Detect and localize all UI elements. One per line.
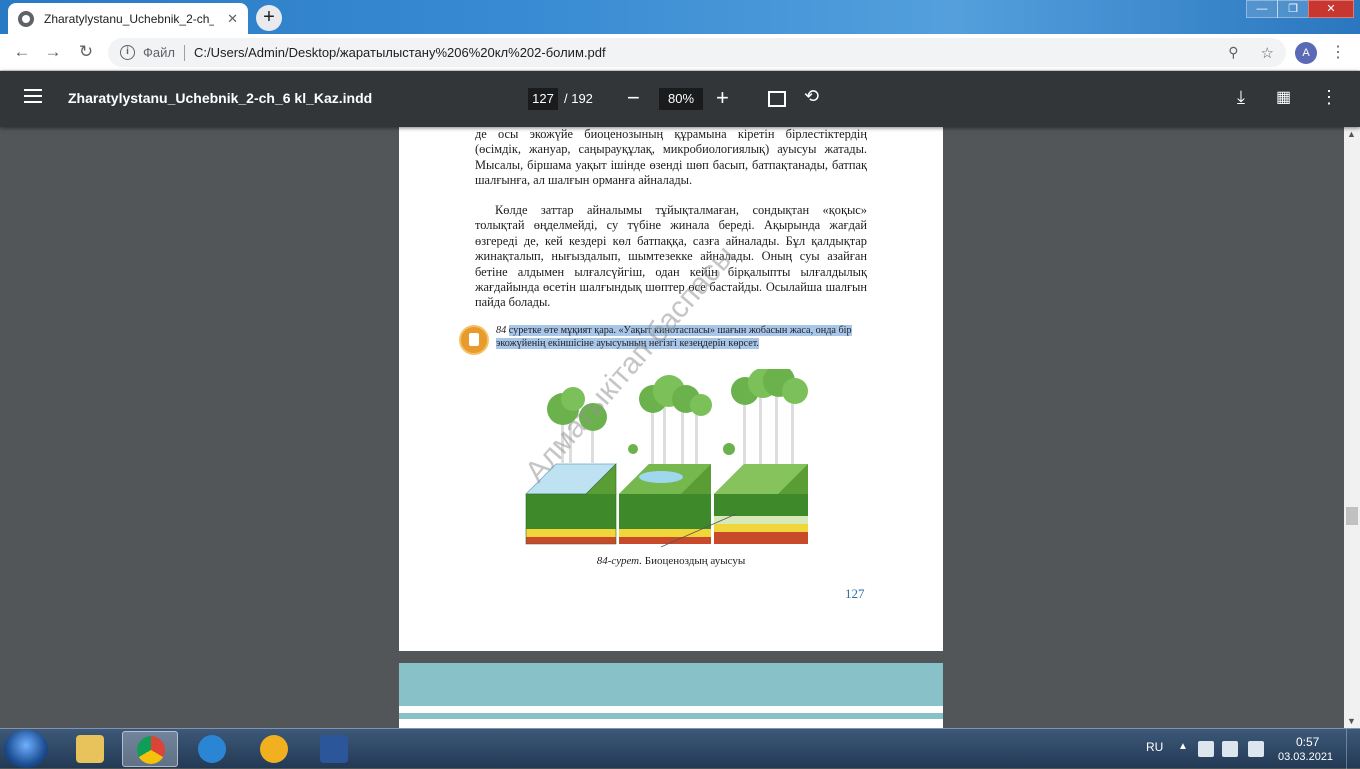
- globe-icon: [18, 10, 34, 27]
- start-button[interactable]: [4, 730, 48, 768]
- folder-icon: [76, 735, 104, 763]
- network-icon[interactable]: [1222, 741, 1238, 757]
- clock-date[interactable]: 03.03.2021: [1278, 751, 1333, 763]
- scroll-down-icon[interactable]: ▼: [1347, 716, 1356, 726]
- chrome-taskbar-button[interactable]: [122, 731, 178, 767]
- url-text[interactable]: C:/Users/Admin/Desktop/жаратылыстану%206…: [194, 45, 606, 60]
- close-window-icon[interactable]: ✕: [1308, 0, 1354, 18]
- scrollbar-thumb[interactable]: [1346, 507, 1358, 525]
- word-taskbar-button[interactable]: [306, 731, 362, 767]
- zoom-in-icon[interactable]: +: [716, 85, 729, 111]
- task-number: 84: [496, 325, 507, 336]
- zoom-out-icon[interactable]: −: [627, 85, 640, 111]
- task-icon: [459, 325, 489, 355]
- window-controls: — ❐ ✕: [1246, 0, 1354, 18]
- explorer-taskbar-button[interactable]: [62, 731, 118, 767]
- volume-icon[interactable]: [1248, 741, 1264, 757]
- page-header-band: [399, 663, 943, 706]
- flag-icon[interactable]: [1198, 741, 1214, 757]
- document-title: Zharatylystanu_Uchebnik_2-ch_6 kl_Kaz.in…: [68, 90, 373, 106]
- maximize-icon[interactable]: ❐: [1277, 0, 1309, 18]
- caption-number: 84-сурет.: [596, 555, 643, 567]
- divider: [183, 44, 185, 61]
- bookmark-star-icon[interactable]: ☆: [1261, 44, 1274, 62]
- clock-time[interactable]: 0:57: [1296, 735, 1319, 749]
- show-desktop-button[interactable]: [1346, 729, 1360, 769]
- internet-explorer-icon: [198, 735, 226, 763]
- show-hidden-icons-icon[interactable]: ▲: [1178, 741, 1188, 752]
- browser-toolbar: ← → ↻ i Файл C:/Users/Admin/Desktop/жара…: [0, 34, 1360, 71]
- windows-taskbar: RU ▲ 0:57 03.03.2021: [0, 728, 1360, 769]
- profile-avatar[interactable]: A: [1295, 42, 1317, 64]
- tab-close-icon[interactable]: ✕: [227, 11, 238, 27]
- scheme-label: Файл: [143, 45, 175, 60]
- zoom-magnifier-icon[interactable]: ⚲: [1228, 44, 1238, 61]
- pdf-toolbar: Zharatylystanu_Uchebnik_2-ch_6 kl_Kaz.in…: [0, 71, 1360, 127]
- page-number-input[interactable]: 127: [528, 88, 558, 110]
- language-indicator[interactable]: RU: [1146, 740, 1163, 754]
- tab-title: Zharatylystanu_Uchebnik_2-ch_6: [44, 11, 214, 26]
- sidebar-menu-icon[interactable]: [24, 89, 42, 107]
- fit-page-icon[interactable]: [768, 91, 786, 107]
- rotate-icon[interactable]: ⟲: [804, 86, 819, 107]
- minimize-icon[interactable]: —: [1246, 0, 1278, 18]
- browser-tab[interactable]: Zharatylystanu_Uchebnik_2-ch_6 ✕: [8, 3, 248, 34]
- vertical-scrollbar[interactable]: ▲ ▼: [1344, 127, 1360, 728]
- caption-text: Биоценоздың ауысуы: [644, 555, 746, 567]
- tab-strip: Zharatylystanu_Uchebnik_2-ch_6 ✕ + — ❐ ✕: [0, 0, 1360, 34]
- ie-taskbar-button[interactable]: [184, 731, 240, 767]
- forward-arrow-icon[interactable]: →: [41, 41, 65, 65]
- app-taskbar-button[interactable]: [246, 731, 302, 767]
- figure-caption: 84-сурет. Биоценоздың ауысуы: [399, 555, 943, 567]
- info-icon[interactable]: i: [120, 45, 135, 60]
- more-options-icon[interactable]: ⋮: [1320, 87, 1338, 108]
- reload-icon[interactable]: ↻: [74, 41, 98, 65]
- word-icon: [320, 735, 348, 763]
- page-header-stripe: [399, 713, 943, 719]
- print-icon[interactable]: ▦: [1276, 87, 1291, 107]
- browser-menu-icon[interactable]: ⋮: [1330, 42, 1346, 62]
- page-total: / 192: [564, 91, 593, 106]
- zoom-input[interactable]: 80%: [659, 88, 703, 110]
- paragraph-1: де осы экожүйе биоценозының құрамына кір…: [475, 127, 867, 188]
- back-arrow-icon[interactable]: ←: [10, 41, 34, 65]
- pdf-viewport[interactable]: де осы экожүйе биоценозының құрамына кір…: [0, 127, 1344, 728]
- page-number: 127: [845, 586, 865, 601]
- triangle-app-icon: [260, 735, 288, 763]
- next-pdf-page: [399, 663, 943, 728]
- new-tab-button[interactable]: +: [256, 5, 282, 31]
- chrome-icon: [137, 736, 165, 764]
- scroll-up-icon[interactable]: ▲: [1347, 129, 1356, 139]
- address-bar[interactable]: i Файл C:/Users/Admin/Desktop/жаратылыст…: [108, 38, 1286, 67]
- download-icon[interactable]: ⤓: [1237, 87, 1245, 108]
- pdf-page: де осы экожүйе биоценозының құрамына кір…: [399, 127, 943, 651]
